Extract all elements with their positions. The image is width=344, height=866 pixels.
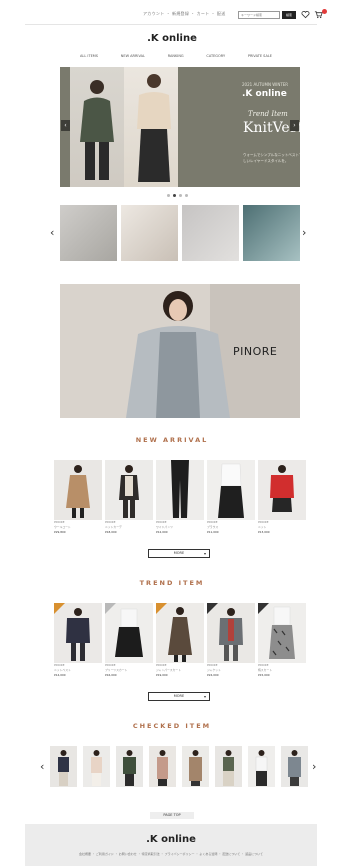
product-price: ¥18,000	[105, 530, 117, 534]
product-card[interactable]: PINORE ニット ¥13,000	[258, 460, 306, 535]
pagination-dot[interactable]	[179, 194, 182, 197]
cart-count-badge	[322, 9, 327, 14]
product-price: ¥19,000	[156, 673, 168, 677]
footer: .K online 会社概要 ・ ご利用ガイド ・ お問い合わせ ・ 特定商取引…	[25, 824, 317, 866]
checked-item-image[interactable]	[281, 746, 308, 787]
product-image[interactable]	[105, 603, 153, 663]
main-nav: ALL ITEMS NEW ARRIVAL RANKING CATEGORY P…	[80, 54, 272, 58]
checked-item-image[interactable]	[149, 746, 176, 787]
product-price: ¥14,000	[54, 673, 66, 677]
nav-ranking[interactable]: RANKING	[168, 54, 184, 58]
product-card[interactable]: PINORE プリーツスカート ¥16,000	[105, 603, 153, 678]
hero-copy: ウォームでシンプルなニットベストで、今季らしいレイヤードスタイルを。	[243, 153, 300, 163]
checked-item-carousel	[50, 746, 309, 787]
ranking-badge	[54, 603, 65, 614]
product-image[interactable]	[207, 603, 255, 663]
product-price: ¥24,000	[207, 673, 219, 677]
heart-icon[interactable]	[301, 10, 310, 19]
product-price: ¥12,000	[156, 530, 168, 534]
hero-prev-arrow[interactable]: ‹	[61, 120, 70, 131]
thumb-2[interactable]	[121, 205, 178, 261]
thumb-3[interactable]	[182, 205, 239, 261]
checked-item-image[interactable]	[116, 746, 143, 787]
hero-pagination	[167, 194, 188, 197]
product-price: ¥16,000	[105, 673, 117, 677]
nav-new-arrival[interactable]: NEW ARRIVAL	[121, 54, 145, 58]
account-links[interactable]: アカウント ・ 新規登録 ・ カート ・ 配送	[143, 11, 226, 17]
product-price: ¥13,000	[258, 530, 270, 534]
footer-logo[interactable]: .K online	[25, 834, 317, 845]
pagination-dot[interactable]	[185, 194, 188, 197]
thumb-1[interactable]	[60, 205, 117, 261]
product-card[interactable]: PINORE ジャンパースカート ¥19,000	[156, 603, 204, 678]
chevron-down-icon: ▾	[203, 551, 206, 556]
checked-item-image[interactable]	[182, 746, 209, 787]
product-card[interactable]: PINORE ニットカーデ ¥18,000	[105, 460, 153, 535]
product-card[interactable]: PINORE ウールコート ¥29,800	[54, 460, 102, 535]
product-price: ¥11,000	[207, 530, 219, 534]
search-input[interactable]	[238, 11, 280, 19]
product-card[interactable]: PINORE ワイドパンツ ¥12,000	[156, 460, 204, 535]
checked-item-image[interactable]	[83, 746, 110, 787]
ranking-badge	[258, 603, 269, 614]
footer-links[interactable]: 会社概要 ・ ご利用ガイド ・ お問い合わせ ・ 特定商取引法 ・ プライバシー…	[25, 852, 317, 856]
checked-next-arrow[interactable]: ›	[312, 760, 316, 773]
product-image[interactable]	[54, 460, 102, 520]
hero-season-tag: 2021 AUTUMN WINTER	[242, 82, 289, 87]
more-label: MORE	[173, 551, 185, 555]
new-arrival-more-button[interactable]: MORE ▾	[148, 549, 210, 558]
checked-item-image[interactable]	[215, 746, 242, 787]
section-title-new-arrival: NEW ARRIVAL	[135, 436, 209, 444]
chevron-down-icon: ▾	[203, 694, 206, 699]
ranking-badge	[207, 603, 218, 614]
product-image[interactable]	[105, 460, 153, 520]
hero-slider[interactable]: 2021 AUTUMN WINTER .K online Trend Item …	[60, 67, 300, 187]
product-image[interactable]	[156, 460, 204, 520]
section-title-checked-item: CHECKED ITEM	[132, 722, 212, 730]
nav-all-items[interactable]: ALL ITEMS	[80, 54, 98, 58]
checked-item-image[interactable]	[50, 746, 77, 787]
nav-private-sale[interactable]: PRIVATE SALE	[248, 54, 272, 58]
product-image[interactable]	[258, 460, 306, 520]
page-top-button[interactable]: PAGE TOP	[150, 812, 194, 819]
hero-photo-1	[70, 67, 124, 187]
pagination-dot-active[interactable]	[173, 194, 176, 197]
checked-item-image[interactable]	[248, 746, 275, 787]
product-card[interactable]: PINORE ブラウス ¥11,000	[207, 460, 255, 535]
hero-script-text: Trend Item	[248, 110, 288, 118]
hero-photo-2	[124, 67, 178, 187]
hero-next-arrow[interactable]: ›	[290, 120, 299, 131]
site-logo[interactable]: .K online	[0, 33, 344, 44]
thumb-next-arrow[interactable]: ›	[302, 226, 306, 239]
trend-item-more-button[interactable]: MORE ▾	[148, 692, 210, 701]
product-price: ¥15,000	[258, 673, 270, 677]
more-label: MORE	[173, 694, 185, 698]
product-card[interactable]: PINORE 柄スカート ¥15,000	[258, 603, 306, 678]
banner-brand-word: PINORE	[233, 345, 278, 358]
ranking-badge	[105, 603, 116, 614]
section-title-trend-item: TREND ITEM	[139, 579, 205, 587]
nav-category[interactable]: CATEGORY	[206, 54, 225, 58]
hero-brand: .K online	[242, 89, 287, 99]
product-card[interactable]: PINORE ジャケット ¥24,000	[207, 603, 255, 678]
product-image[interactable]	[156, 603, 204, 663]
ranking-badge	[156, 603, 167, 614]
product-card[interactable]: PINORE ニットベスト ¥14,000	[54, 603, 102, 678]
thumb-4[interactable]	[243, 205, 300, 261]
product-image[interactable]	[54, 603, 102, 663]
product-image[interactable]	[207, 460, 255, 520]
product-price: ¥29,800	[54, 530, 66, 534]
thumb-prev-arrow[interactable]: ‹	[50, 226, 54, 239]
page: アカウント ・ 新規登録 ・ カート ・ 配送 検索 .K online ALL…	[0, 0, 344, 866]
thumb-carousel	[60, 205, 300, 261]
product-image[interactable]	[258, 603, 306, 663]
pagination-dot[interactable]	[167, 194, 170, 197]
checked-prev-arrow[interactable]: ‹	[40, 760, 44, 773]
top-utility-bar: アカウント ・ 新規登録 ・ カート ・ 配送 検索	[25, 6, 327, 25]
search-button[interactable]: 検索	[282, 11, 296, 19]
